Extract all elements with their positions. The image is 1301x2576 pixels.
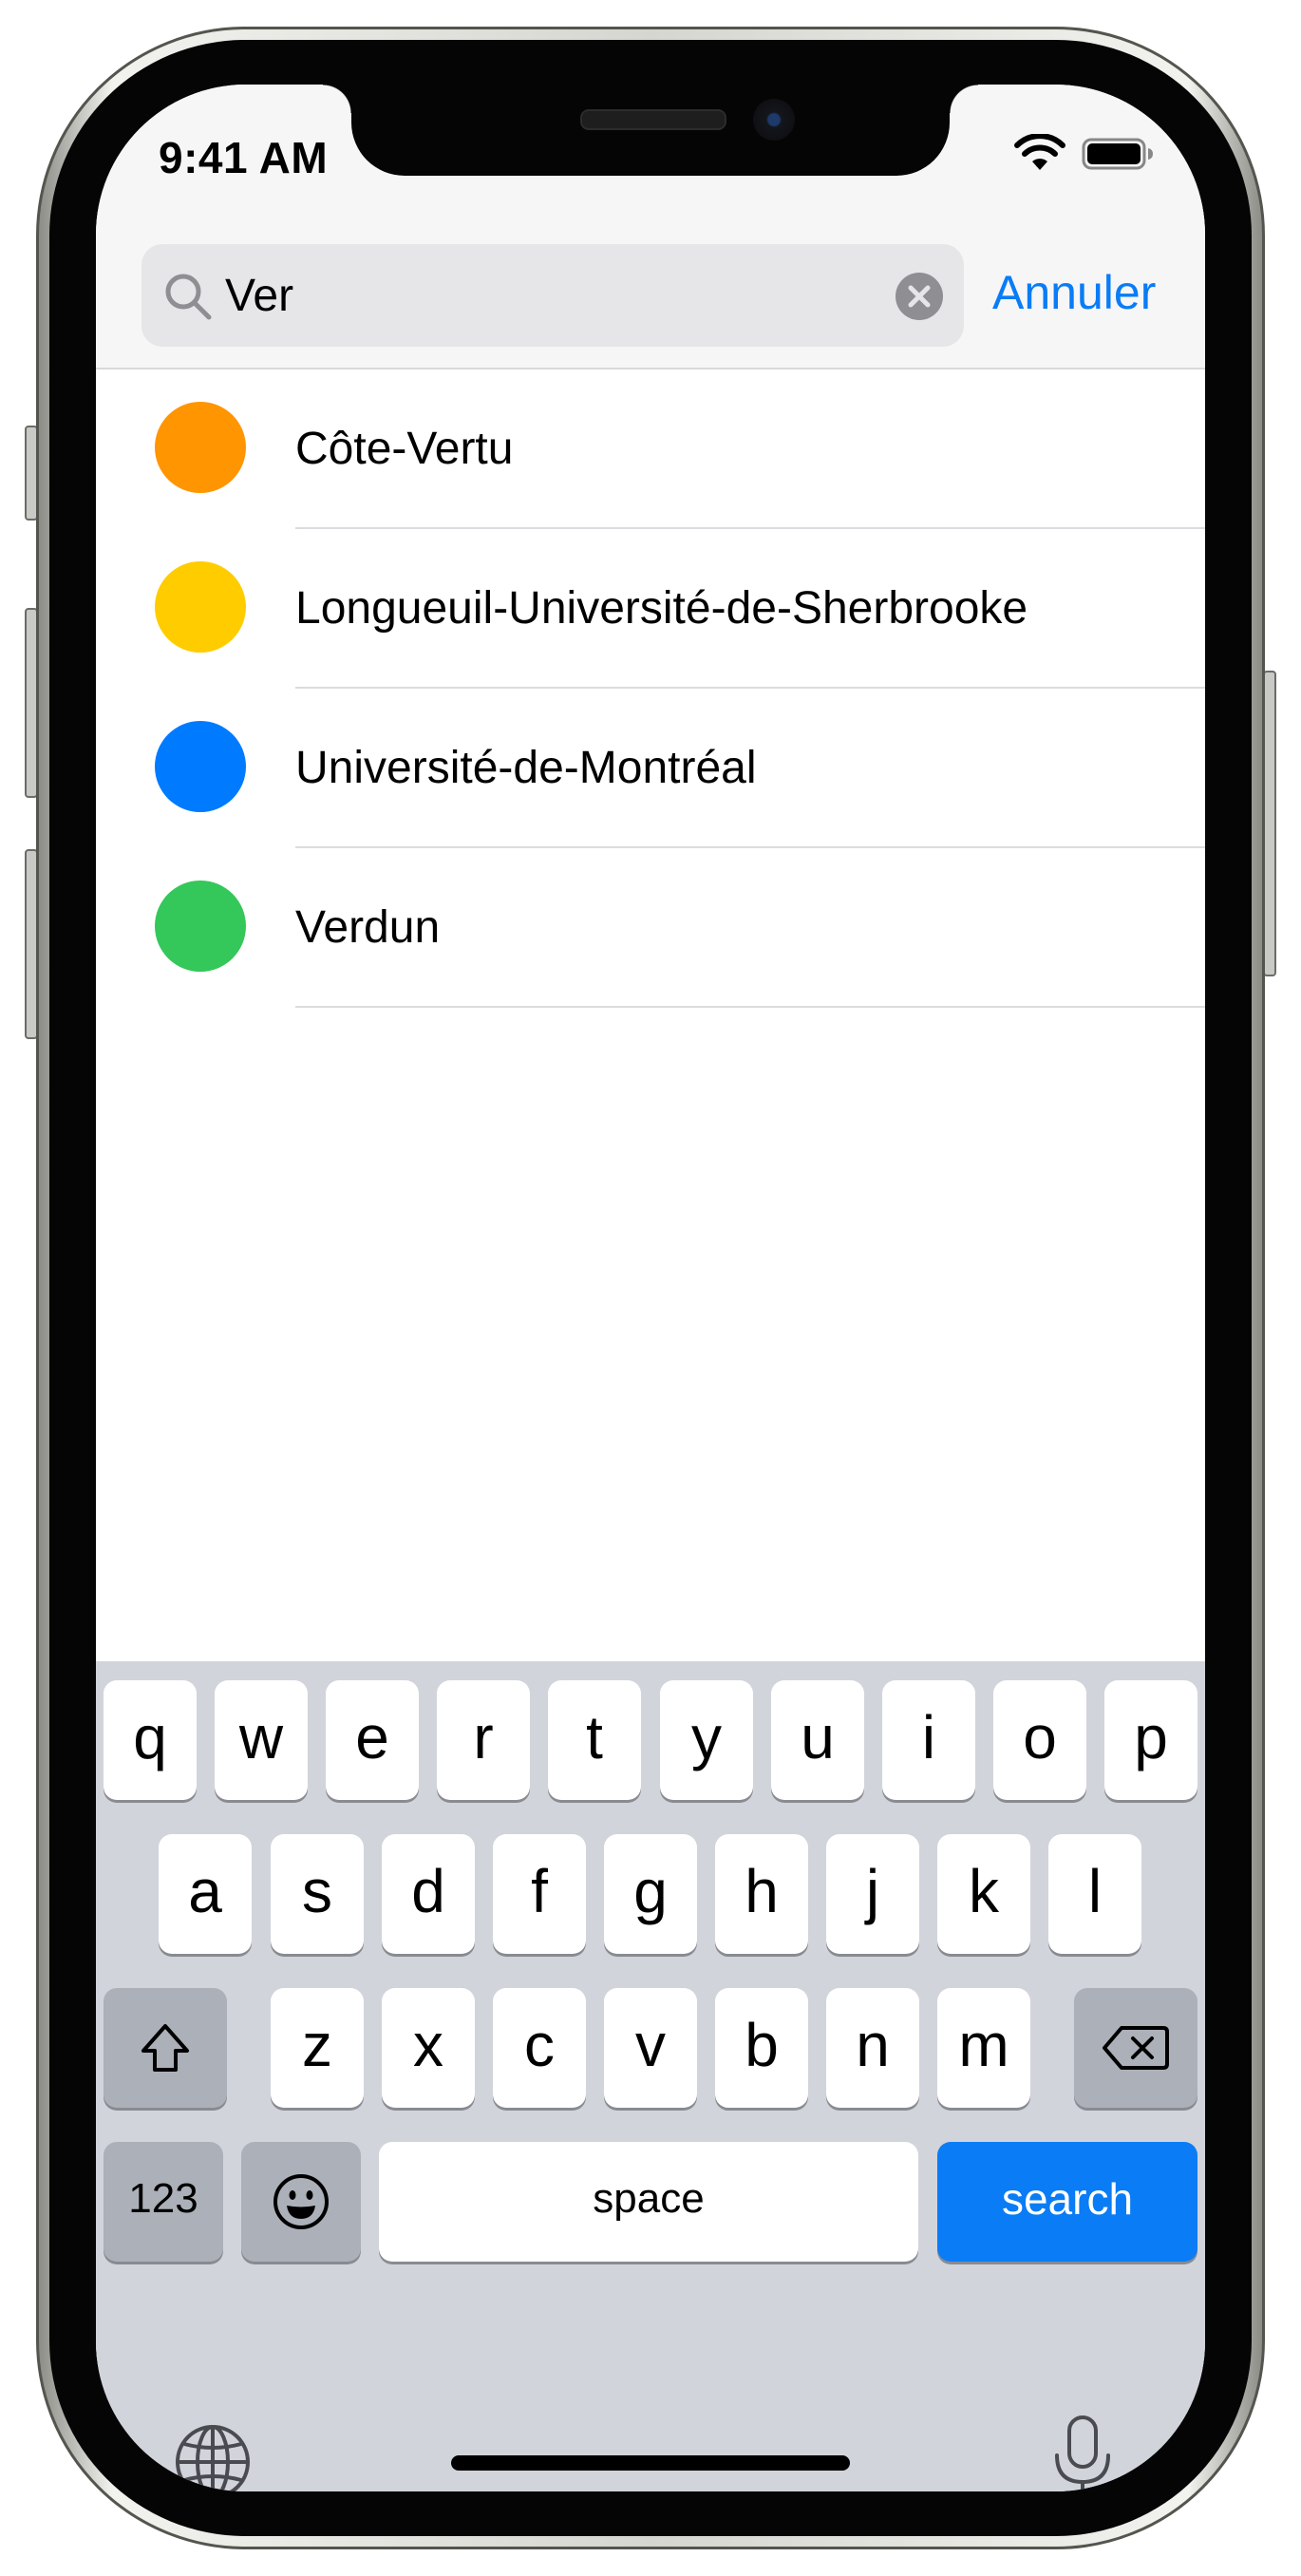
status-time: 9:41 AM <box>159 133 329 182</box>
key-c[interactable]: c <box>493 1988 586 2108</box>
key-label: search <box>1001 2174 1134 2224</box>
key-label: t <box>586 1703 603 1771</box>
key-label: f <box>531 1857 548 1925</box>
key-v[interactable]: v <box>604 1988 697 2108</box>
key-label: c <box>524 2011 555 2079</box>
numbers-key[interactable]: 123 <box>104 2142 223 2262</box>
station-name: Verdun <box>295 902 441 953</box>
globe-icon[interactable] <box>174 2423 252 2491</box>
key-e[interactable]: e <box>326 1680 419 1800</box>
clear-icon[interactable] <box>896 273 943 320</box>
key-label: e <box>355 1703 389 1771</box>
key-h[interactable]: h <box>715 1834 808 1954</box>
key-label: z <box>302 2011 332 2079</box>
key-label: space <box>593 2175 705 2222</box>
line-color-dot <box>155 721 246 812</box>
key-label: y <box>691 1703 722 1771</box>
row-divider <box>295 1006 1205 1008</box>
key-u[interactable]: u <box>771 1680 864 1800</box>
key-d[interactable]: d <box>382 1834 475 1954</box>
station-name: Université-de-Montréal <box>295 743 757 793</box>
emoji-icon <box>273 2174 329 2229</box>
key-label: w <box>238 1703 284 1771</box>
delete-key[interactable] <box>1074 1988 1197 2108</box>
key-b[interactable]: b <box>715 1988 808 2108</box>
notch-corner <box>950 85 978 113</box>
notch <box>351 85 950 176</box>
list-item[interactable]: Université-de-Montréal <box>96 689 1205 848</box>
key-k[interactable]: k <box>937 1834 1030 1954</box>
key-label: p <box>1134 1703 1168 1771</box>
notch-corner <box>323 85 351 113</box>
key-z[interactable]: z <box>271 1988 364 2108</box>
key-a[interactable]: a <box>159 1834 252 1954</box>
shift-icon <box>141 2024 189 2072</box>
space-key[interactable]: space <box>379 2142 918 2262</box>
key-label: i <box>921 1703 936 1771</box>
key-label: m <box>958 2011 1009 2079</box>
key-j[interactable]: j <box>826 1834 919 1954</box>
key-r[interactable]: r <box>437 1680 530 1800</box>
line-color-dot <box>155 561 246 653</box>
key-f[interactable]: f <box>493 1834 586 1954</box>
power-button <box>1263 671 1276 976</box>
earpiece-speaker <box>580 109 726 130</box>
cancel-button[interactable]: Annuler <box>992 265 1156 320</box>
key-m[interactable]: m <box>937 1988 1030 2108</box>
key-label: v <box>635 2011 666 2079</box>
key-l[interactable]: l <box>1048 1834 1141 1954</box>
results-list: Côte-Vertu Longueuil-Université-de-Sherb… <box>96 369 1205 1008</box>
key-label: l <box>1087 1857 1103 1925</box>
key-label: 123 <box>128 2175 198 2222</box>
line-color-dot <box>155 402 246 493</box>
key-w[interactable]: w <box>215 1680 308 1800</box>
screen: 9:41 AM Ver Annuler Côte-Vertu Longueuil… <box>96 85 1205 2491</box>
key-label: b <box>745 2011 779 2079</box>
battery-icon <box>1082 138 1153 170</box>
search-icon <box>165 274 212 320</box>
iphone-mockup: 9:41 AM Ver Annuler Côte-Vertu Longueuil… <box>0 0 1301 2576</box>
key-label: h <box>745 1857 779 1925</box>
delete-icon <box>1103 2026 1169 2070</box>
key-i[interactable]: i <box>882 1680 975 1800</box>
search-field[interactable] <box>141 244 964 347</box>
key-o[interactable]: o <box>993 1680 1086 1800</box>
station-name: Longueuil-Université-de-Sherbrooke <box>295 583 1028 634</box>
key-y[interactable]: y <box>660 1680 753 1800</box>
key-label: o <box>1023 1703 1057 1771</box>
key-label: s <box>302 1857 332 1925</box>
key-s[interactable]: s <box>271 1834 364 1954</box>
key-label: r <box>473 1703 494 1771</box>
key-label: a <box>188 1857 222 1925</box>
front-camera <box>753 99 795 141</box>
search-input[interactable] <box>225 261 852 330</box>
keyboard: q w e r t y u i o p a s d f g h j k l z … <box>96 1661 1205 2491</box>
key-p[interactable]: p <box>1104 1680 1197 1800</box>
emoji-key[interactable] <box>241 2142 361 2262</box>
key-label: d <box>411 1857 445 1925</box>
key-t[interactable]: t <box>548 1680 641 1800</box>
list-item[interactable]: Longueuil-Université-de-Sherbrooke <box>96 529 1205 689</box>
list-item[interactable]: Côte-Vertu <box>96 369 1205 529</box>
wifi-icon <box>1014 134 1065 170</box>
key-n[interactable]: n <box>826 1988 919 2108</box>
key-g[interactable]: g <box>604 1834 697 1954</box>
key-label: k <box>969 1857 999 1925</box>
key-label: q <box>133 1703 167 1771</box>
key-label: g <box>633 1857 668 1925</box>
microphone-icon[interactable] <box>1049 2414 1116 2491</box>
key-q[interactable]: q <box>104 1680 197 1800</box>
home-indicator[interactable] <box>451 2455 850 2471</box>
key-label: j <box>865 1857 880 1925</box>
list-item[interactable]: Verdun <box>96 848 1205 1008</box>
key-label: u <box>801 1703 835 1771</box>
search-key[interactable]: search <box>937 2142 1197 2262</box>
key-x[interactable]: x <box>382 1988 475 2108</box>
line-color-dot <box>155 881 246 972</box>
shift-key[interactable] <box>104 1988 227 2108</box>
key-label: n <box>856 2011 890 2079</box>
key-label: x <box>413 2011 443 2079</box>
station-name: Côte-Vertu <box>295 424 514 474</box>
